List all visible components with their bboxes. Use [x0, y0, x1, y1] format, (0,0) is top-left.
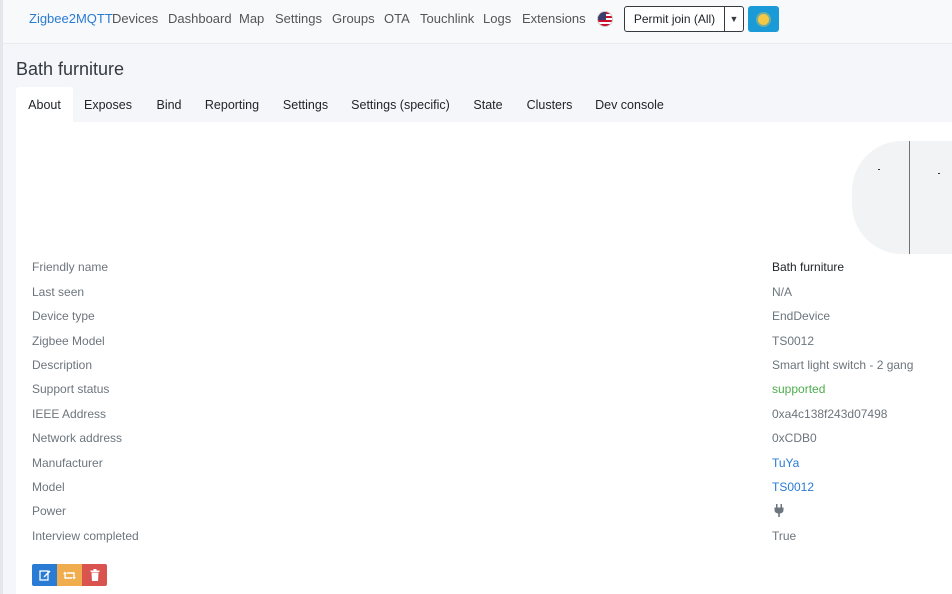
nav-touchlink[interactable]: Touchlink: [420, 11, 474, 26]
edit-icon: [38, 570, 50, 581]
value-interview-completed: True: [772, 529, 797, 543]
brand-link[interactable]: Zigbee2MQTT: [29, 11, 113, 26]
label-zigbee-model: Zigbee Model: [32, 334, 105, 348]
tab-about[interactable]: About: [16, 87, 73, 122]
nav-logs[interactable]: Logs: [483, 11, 511, 26]
value-support-status[interactable]: supported: [772, 382, 825, 396]
page-title: Bath furniture: [16, 59, 125, 79]
permit-join-dropdown-toggle[interactable]: ▼: [724, 6, 744, 32]
label-interview-completed: Interview completed: [32, 529, 139, 543]
value-description: Smart light switch - 2 gang: [772, 358, 914, 372]
label-network-address: Network address: [32, 431, 123, 445]
value-ieee-address: 0xa4c138f243d07498: [772, 407, 888, 421]
label-model: Model: [32, 480, 65, 494]
label-support-status: Support status: [32, 382, 110, 396]
value-friendly-name: Bath furniture: [772, 260, 845, 274]
value-model-link[interactable]: TS0012: [772, 480, 814, 494]
chevron-down-icon: ▼: [729, 14, 739, 24]
nav-groups[interactable]: Groups: [332, 11, 375, 26]
label-description: Description: [32, 358, 93, 372]
value-zigbee-model: TS0012: [772, 334, 815, 348]
nav-devices[interactable]: Devices: [112, 11, 158, 26]
reconfigure-button[interactable]: [57, 564, 82, 586]
nav-extensions[interactable]: Extensions: [522, 11, 586, 26]
tab-settings-specific[interactable]: Settings (specific): [342, 87, 459, 122]
tab-clusters[interactable]: Clusters: [517, 87, 582, 122]
us-flag-icon[interactable]: [597, 11, 613, 27]
label-friendly-name: Friendly name: [32, 260, 109, 274]
left-edge: [0, 0, 3, 594]
nav-map[interactable]: Map: [239, 11, 264, 26]
retweet-icon: [63, 571, 76, 579]
value-manufacturer-link[interactable]: TuYa: [772, 456, 799, 470]
tab-settings[interactable]: Settings: [269, 87, 342, 122]
device-image: [852, 141, 952, 254]
remove-device-button[interactable]: [82, 564, 107, 586]
nav-ota[interactable]: OTA: [384, 11, 410, 26]
value-last-seen: N/A: [772, 285, 793, 299]
tab-exposes[interactable]: Exposes: [73, 87, 143, 122]
permit-join-button[interactable]: Permit join (All): [624, 6, 725, 32]
label-last-seen: Last seen: [32, 285, 85, 299]
value-device-type: EndDevice: [772, 309, 831, 323]
rename-device-button[interactable]: [32, 564, 57, 586]
tab-reporting[interactable]: Reporting: [195, 87, 269, 122]
trash-icon: [90, 569, 99, 581]
device-actions: [32, 564, 107, 586]
nav-settings[interactable]: Settings: [275, 11, 322, 26]
label-device-type: Device type: [32, 309, 95, 323]
tab-bind[interactable]: Bind: [143, 87, 195, 122]
top-navbar: Zigbee2MQTT Devices Dashboard Map Settin…: [0, 0, 952, 44]
tab-state[interactable]: State: [459, 87, 517, 122]
nav-dashboard[interactable]: Dashboard: [168, 11, 232, 26]
plug-icon: [774, 504, 784, 517]
theme-toggle-button[interactable]: [748, 6, 779, 32]
label-manufacturer: Manufacturer: [32, 456, 103, 470]
tab-dev-console[interactable]: Dev console: [582, 87, 677, 122]
sun-icon: [758, 13, 769, 25]
label-power: Power: [32, 504, 67, 518]
label-ieee-address: IEEE Address: [32, 407, 107, 421]
value-network-address: 0xCDB0: [772, 431, 817, 445]
